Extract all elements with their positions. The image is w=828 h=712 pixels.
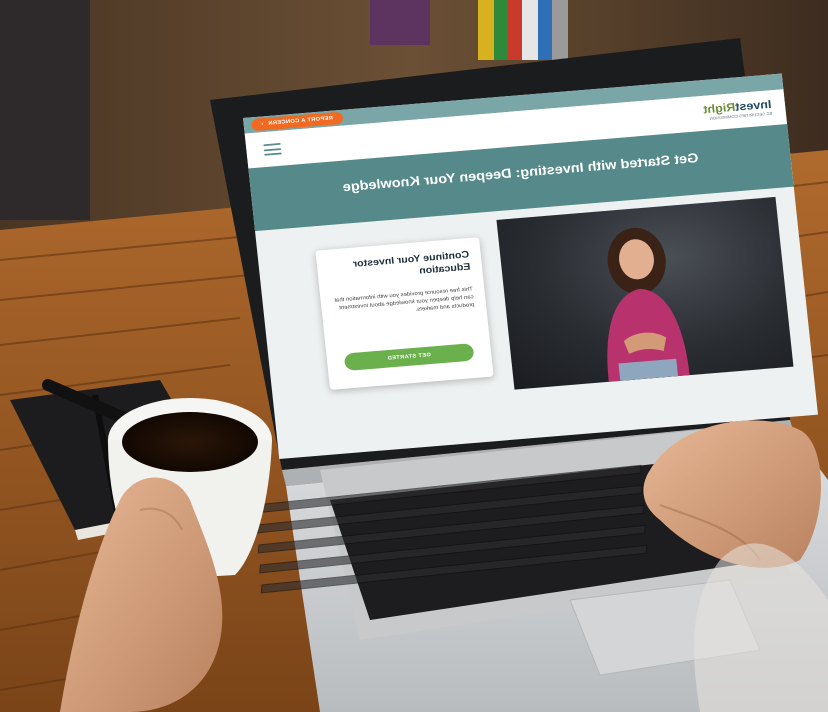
hamburger-menu-icon[interactable] bbox=[263, 142, 282, 156]
card-body: This free resource provides you with inf… bbox=[334, 286, 475, 313]
laptop-screen: REPORT A CONCERN › InvestRight BC SECURI… bbox=[243, 73, 818, 460]
woman-photo-illustration bbox=[607, 227, 690, 382]
education-card: Continue Your Investor Education This fr… bbox=[315, 237, 494, 390]
chevron-right-icon: › bbox=[260, 121, 264, 128]
website-page: REPORT A CONCERN › InvestRight BC SECURI… bbox=[243, 73, 818, 460]
card-title: Continue Your Investor Education bbox=[352, 249, 471, 277]
hero-photo-woman bbox=[496, 196, 794, 390]
investright-logo[interactable]: InvestRight BC SECURITIES COMMISSION bbox=[655, 97, 773, 125]
report-concern-label: REPORT A CONCERN bbox=[267, 115, 334, 127]
photo-scene: REPORT A CONCERN › InvestRight BC SECURI… bbox=[0, 0, 828, 712]
get-started-button[interactable]: GET STARTED bbox=[343, 343, 475, 372]
